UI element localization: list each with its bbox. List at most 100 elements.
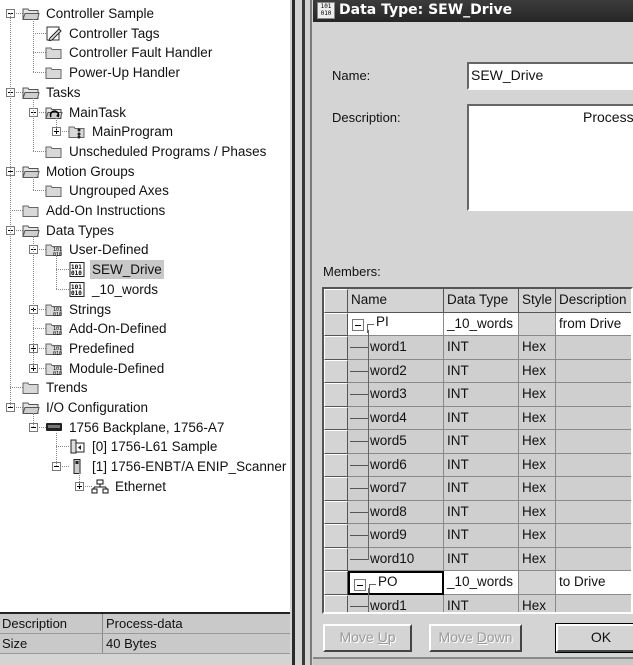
member-style-cell[interactable]: Hex	[519, 406, 556, 430]
members-grid[interactable]: Name Data Type Style Description PI _10_w…	[322, 287, 633, 614]
tree-item-strings[interactable]: 101 010 Strings	[0, 300, 290, 319]
row-selector-cell[interactable]	[324, 500, 348, 524]
tree-item-sew-drive[interactable]: 101 010 SEW_Drive	[0, 260, 290, 280]
member-row[interactable]: word9 INT Hex	[324, 524, 631, 548]
member-description-cell[interactable]	[556, 594, 631, 612]
tree-item-1756-backplane-1756-a7[interactable]: 1756 Backplane, 1756-A7	[0, 418, 290, 437]
member-data-type-cell[interactable]: _10_words	[444, 571, 519, 595]
member-data-type-cell[interactable]: INT	[444, 430, 519, 454]
tree-item-motion-groups[interactable]: Motion Groups	[0, 162, 290, 181]
row-selector-cell[interactable]	[324, 477, 348, 501]
member-name-cell[interactable]: word6	[348, 453, 444, 477]
controller-organizer-tree[interactable]: Controller Sample Controller Tags Controll…	[0, 0, 290, 612]
member-description-cell[interactable]	[556, 359, 631, 383]
ok-button[interactable]: OK	[555, 623, 633, 653]
member-row[interactable]: word1 INT Hex	[324, 336, 631, 360]
member-style-cell[interactable]: Hex	[519, 594, 556, 612]
member-style-cell[interactable]: Hex	[519, 524, 556, 548]
row-selector-cell[interactable]	[324, 336, 348, 360]
tree-item-add-on-instructions[interactable]: Add-On Instructions	[0, 201, 290, 220]
member-style-cell[interactable]	[519, 571, 556, 595]
collapse-icon[interactable]	[352, 318, 374, 333]
tree-item-1-1756-enbt-a-enip-scanner[interactable]: [1] 1756-ENBT/A ENIP_Scanner	[0, 457, 290, 476]
member-description-cell[interactable]: to Drive	[556, 571, 631, 595]
member-description-cell[interactable]	[556, 383, 631, 407]
member-style-cell[interactable]: Hex	[519, 359, 556, 383]
tree-item-0-1756-l61-sample[interactable]: [0] 1756-L61 Sample	[0, 437, 290, 456]
tree-item-trends[interactable]: Trends	[0, 378, 290, 397]
member-name-cell[interactable]: word1	[348, 336, 444, 360]
member-row[interactable]: word10 INT Hex	[324, 547, 631, 571]
member-data-type-cell[interactable]: INT	[444, 594, 519, 612]
member-description-cell[interactable]	[556, 453, 631, 477]
member-data-type-cell[interactable]: INT	[444, 406, 519, 430]
row-selector-cell[interactable]	[324, 383, 348, 407]
tree-item-power-up-handler[interactable]: Power-Up Handler	[0, 63, 290, 82]
tree-item-i-o-configuration[interactable]: I/O Configuration	[0, 398, 290, 417]
row-selector-cell[interactable]	[324, 571, 348, 595]
tree-item-ungrouped-axes[interactable]: Ungrouped Axes	[0, 181, 290, 200]
tree-item-tasks[interactable]: Tasks	[0, 83, 290, 102]
row-selector-cell[interactable]	[324, 524, 348, 548]
member-name-cell[interactable]: word3	[348, 383, 444, 407]
member-data-type-cell[interactable]: INT	[444, 336, 519, 360]
member-style-cell[interactable]: Hex	[519, 547, 556, 571]
header-selector-cell[interactable]	[324, 289, 348, 313]
row-selector-cell[interactable]	[324, 406, 348, 430]
member-style-cell[interactable]: Hex	[519, 453, 556, 477]
member-row[interactable]: word8 INT Hex	[324, 500, 631, 524]
member-name-cell[interactable]: PI	[348, 312, 444, 336]
row-selector-cell[interactable]	[324, 594, 348, 612]
member-data-type-cell[interactable]: INT	[444, 383, 519, 407]
tree-item-add-on-defined[interactable]: 101 010 Add-On-Defined	[0, 319, 290, 338]
member-row[interactable]: word5 INT Hex	[324, 430, 631, 454]
member-style-cell[interactable]: Hex	[519, 477, 556, 501]
member-style-cell[interactable]: Hex	[519, 500, 556, 524]
member-description-cell[interactable]	[556, 430, 631, 454]
member-description-cell[interactable]	[556, 477, 631, 501]
member-name-cell[interactable]: word9	[348, 524, 444, 548]
member-row[interactable]: word4 INT Hex	[324, 406, 631, 430]
member-description-cell[interactable]: from Drive	[556, 312, 631, 336]
member-data-type-cell[interactable]: INT	[444, 453, 519, 477]
row-selector-cell[interactable]	[324, 453, 348, 477]
row-selector-cell[interactable]	[324, 430, 348, 454]
dialog-title-bar[interactable]: 101 010 Data Type: SEW_Drive	[313, 0, 633, 22]
row-selector-cell[interactable]	[324, 359, 348, 383]
member-name-cell[interactable]: word10	[348, 547, 444, 571]
member-name-cell[interactable]: word7	[348, 477, 444, 501]
column-header-description[interactable]: Description	[556, 289, 631, 313]
row-selector-cell[interactable]	[324, 312, 348, 336]
tree-item-10-words[interactable]: 101 010 _10_words	[0, 280, 290, 299]
member-name-cell[interactable]: PO	[348, 571, 444, 595]
member-data-type-cell[interactable]: _10_words	[444, 312, 519, 336]
member-style-cell[interactable]: Hex	[519, 336, 556, 360]
tree-item-mainprogram[interactable]: MainProgram	[0, 122, 290, 141]
tree-item-module-defined[interactable]: 101 010 Module-Defined	[0, 359, 290, 378]
member-row[interactable]: word2 INT Hex	[324, 359, 631, 383]
member-row[interactable]: word1 INT Hex	[324, 594, 631, 612]
member-description-cell[interactable]	[556, 500, 631, 524]
member-data-type-cell[interactable]: INT	[444, 524, 519, 548]
member-name-cell[interactable]: word1	[348, 594, 444, 612]
member-name-cell[interactable]: word8	[348, 500, 444, 524]
member-row-structure[interactable]: PI _10_words from Drive	[324, 312, 631, 336]
collapse-icon[interactable]	[354, 579, 376, 593]
member-data-type-cell[interactable]: INT	[444, 547, 519, 571]
member-description-cell[interactable]	[556, 547, 631, 571]
member-description-cell[interactable]	[556, 406, 631, 430]
member-row[interactable]: word6 INT Hex	[324, 453, 631, 477]
member-style-cell[interactable]: Hex	[519, 383, 556, 407]
member-row-structure[interactable]: PO _10_words to Drive	[324, 571, 631, 595]
member-description-cell[interactable]	[556, 336, 631, 360]
name-input[interactable]: SEW_Drive	[467, 62, 633, 90]
tree-item-maintask[interactable]: MainTask	[0, 103, 290, 122]
column-header-style[interactable]: Style	[519, 289, 556, 313]
tree-item-controller-sample[interactable]: Controller Sample	[0, 4, 290, 23]
column-header-data-type[interactable]: Data Type	[444, 289, 519, 313]
member-style-cell[interactable]: Hex	[519, 430, 556, 454]
row-selector-cell[interactable]	[324, 547, 348, 571]
move-down-button[interactable]: Move Down	[429, 624, 522, 652]
member-name-cell[interactable]: word2	[348, 359, 444, 383]
tree-item-unscheduled-programs-phases[interactable]: Unscheduled Programs / Phases	[0, 142, 290, 161]
